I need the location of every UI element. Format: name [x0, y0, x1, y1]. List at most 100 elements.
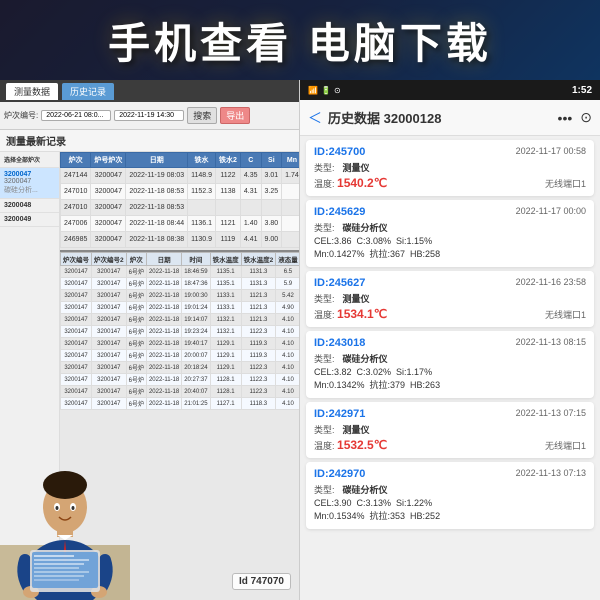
data-card-242971[interactable]: ID:242971 2022-11-13 07:15 类型: 测量仪 温度: 1…: [306, 402, 594, 458]
desktop-toolbar: 炉次编号: 搜索 导出: [0, 102, 299, 130]
tab-history[interactable]: 历史记录: [62, 83, 114, 100]
sidebar-item-3200049[interactable]: 3200049: [0, 213, 59, 227]
left-table-area: 炉次 炉号炉次 日期 铁水 铁水2 C Si Mn P 抗拉 硬度 备注: [60, 152, 299, 600]
data-card-245627[interactable]: ID:245627 2022-11-16 23:58 类型: 测量仪 温度: 1…: [306, 271, 594, 327]
card-detail1: CEL:3.86 C:3.08% Si:1.15%: [314, 236, 586, 246]
spreadsheet-row: 320014732001476号炉2022-11-1820:00:071129.…: [61, 350, 300, 362]
card-type-value: 碳硅分析仪: [343, 221, 388, 234]
card-id: ID:245629: [314, 206, 365, 218]
spreadsheet-row: 320014732001476号炉2022-11-1820:18:241129.…: [61, 362, 300, 374]
spreadsheet-row: 320014732001476号炉2022-11-1820:40:071128.…: [61, 386, 300, 398]
card-id: ID:245700: [314, 146, 365, 158]
table-row: 247010 3200047 2022-11-18 08:53 1387.8: [61, 200, 300, 216]
th-furnace: 炉号炉次: [91, 153, 126, 168]
menu-button[interactable]: •••: [558, 110, 573, 126]
left-inner: 选择全部炉次 3200047 3200047 碳硅分析... 3200048 3…: [0, 152, 299, 600]
card-type-value: 测量仪: [343, 423, 370, 436]
card-date: 2022-11-13 08:15: [516, 337, 586, 347]
toolbar-input-start[interactable]: [41, 110, 111, 121]
card-date: 2022-11-16 23:58: [516, 277, 586, 287]
card-type-label: 类型:: [314, 423, 335, 436]
sidebar-item-3200048[interactable]: 3200048: [0, 199, 59, 213]
temp-value: 1532.5℃: [337, 438, 387, 452]
card-type-label: 类型:: [314, 483, 335, 496]
main-area: 测量数据 历史记录 炉次编号: 搜索 导出 测量最新记录 选择全部炉次 3200…: [0, 80, 600, 600]
card-detail2: Mn:0.1534% 抗拉:353 HB:252: [314, 509, 586, 522]
mobile-statusbar: 📶 🔋 ⊙ 1:52: [300, 80, 600, 100]
th-id: 炉次: [61, 153, 91, 168]
th-v2: Si: [261, 153, 282, 168]
card-date: 2022-11-17 00:00: [516, 206, 586, 216]
mobile-navbar: ＜ 历史数据 32000128 ••• ⊙: [300, 100, 600, 136]
card-type-label: 类型:: [314, 161, 335, 174]
card-id: ID:243018: [314, 337, 365, 349]
toolbar-input-end[interactable]: [114, 110, 184, 121]
card-date: 2022-11-13 07:13: [516, 468, 586, 478]
search-button[interactable]: 搜索: [187, 107, 217, 124]
data-card-242970[interactable]: ID:242970 2022-11-13 07:13 类型: 碳硅分析仪 CEL…: [306, 462, 594, 529]
card-id: ID:242971: [314, 408, 365, 420]
sidebar-item-3200047[interactable]: 3200047 3200047 碳硅分析...: [0, 168, 59, 199]
panel-title: 测量最新记录: [0, 130, 299, 152]
spreadsheet-row: 320014732001476号炉2022-11-1818:46:591135.…: [61, 266, 300, 278]
tab-active[interactable]: 测量数据: [6, 83, 58, 100]
port-value: 无线端口1: [545, 308, 586, 321]
spreadsheet-row: 320014732001476号炉2022-11-1819:14:071132.…: [61, 314, 300, 326]
card-detail2: Mn:0.1427% 抗拉:367 HB:258: [314, 247, 586, 260]
card-type-value: 碳硅分析仪: [343, 483, 388, 496]
spreadsheet-row: 320014732001476号炉2022-11-1819:40:171129.…: [61, 338, 300, 350]
th-t1: 铁水: [188, 153, 216, 168]
statusbar-left: 📶 🔋 ⊙: [308, 86, 341, 95]
spreadsheet-row: 320014732001476号炉2022-11-1819:01:241133.…: [61, 302, 300, 314]
sidebar-item-all[interactable]: 选择全部炉次: [0, 152, 59, 168]
table-row: 247006 3200047 2022-11-18 08:44 1136.1 1…: [61, 216, 300, 232]
temp-value: 1540.2℃: [337, 176, 387, 190]
th-t2: 铁水2: [216, 153, 241, 168]
card-type-label: 类型:: [314, 352, 335, 365]
mobile-title: 历史数据 32000128: [328, 108, 558, 127]
spreadsheet-row: 320014732001476号炉2022-11-1819:23:241132.…: [61, 326, 300, 338]
spreadsheet-row: 320014732001476号炉2022-11-1818:47:361135.…: [61, 278, 300, 290]
id-badge: Id 747070: [232, 573, 291, 590]
card-date: 2022-11-13 07:15: [516, 408, 586, 418]
card-type-value: 测量仪: [343, 161, 370, 174]
port-value: 无线端口1: [545, 177, 586, 190]
spreadsheet-table: 炉次编号 炉次编号2 炉次 日期 时间 铁水温度 铁水温度2 液态量 液态量2 …: [60, 252, 299, 410]
card-detail1: CEL:3.82 C:3.02% Si:1.17%: [314, 367, 586, 377]
data-card-245700[interactable]: ID:245700 2022-11-17 00:58 类型: 测量仪 温度: 1…: [306, 140, 594, 196]
top-banner: 手机查看 电脑下载: [0, 0, 600, 80]
toolbar-label-furnace: 炉次编号:: [4, 110, 38, 121]
table-row: 246985 3200047 2022-11-18 08:38 1130.9 1…: [61, 232, 300, 248]
card-date: 2022-11-17 00:58: [516, 146, 586, 156]
settings-icon[interactable]: ⊙: [580, 109, 592, 126]
card-type-value: 测量仪: [343, 292, 370, 305]
card-detail1: CEL:3.90 C:3.13% Si:1.22%: [314, 498, 586, 508]
card-detail2: Mn:0.1342% 抗拉:379 HB:263: [314, 378, 586, 391]
left-panel: 测量数据 历史记录 炉次编号: 搜索 导出 测量最新记录 选择全部炉次 3200…: [0, 80, 300, 600]
th-v1: C: [240, 153, 261, 168]
card-type-label: 类型:: [314, 221, 335, 234]
banner-text: 手机查看 电脑下载: [108, 10, 492, 71]
th-date: 日期: [126, 153, 188, 168]
left-sidebar: 选择全部炉次 3200047 3200047 碳硅分析... 3200048 3…: [0, 152, 60, 600]
data-card-245629[interactable]: ID:245629 2022-11-17 00:00 类型: 碳硅分析仪 CEL…: [306, 200, 594, 267]
export-button[interactable]: 导出: [220, 107, 250, 124]
mobile-content: ID:245700 2022-11-17 00:58 类型: 测量仪 温度: 1…: [300, 136, 600, 600]
card-id: ID:245627: [314, 277, 365, 289]
statusbar-time: 1:52: [572, 85, 592, 96]
spreadsheet-row: 320014732001476号炉2022-11-1820:27:371128.…: [61, 374, 300, 386]
desktop-tabbar: 测量数据 历史记录: [0, 80, 299, 102]
table-row: 247144 3200047 2022-11-19 08:03 1148.9 1…: [61, 168, 300, 184]
data-card-243018[interactable]: ID:243018 2022-11-13 08:15 类型: 碳硅分析仪 CEL…: [306, 331, 594, 398]
th-v3: Mn: [282, 153, 299, 168]
port-value: 无线端口1: [545, 439, 586, 452]
right-panel: 📶 🔋 ⊙ 1:52 ＜ 历史数据 32000128 ••• ⊙ ID:2457…: [300, 80, 600, 600]
back-button[interactable]: ＜: [308, 108, 322, 128]
card-type-label: 类型:: [314, 292, 335, 305]
spreadsheet-row: 320014732001476号炉2022-11-1819:00:301133.…: [61, 290, 300, 302]
spreadsheet-row: 320014732001476号炉2022-11-1821:01:251127.…: [61, 398, 300, 410]
card-type-value: 碳硅分析仪: [343, 352, 388, 365]
temp-value: 1534.1℃: [337, 307, 387, 321]
card-id: ID:242970: [314, 468, 365, 480]
table-row: 247010 3200047 2022-11-18 08:53 1152.3 1…: [61, 184, 300, 200]
